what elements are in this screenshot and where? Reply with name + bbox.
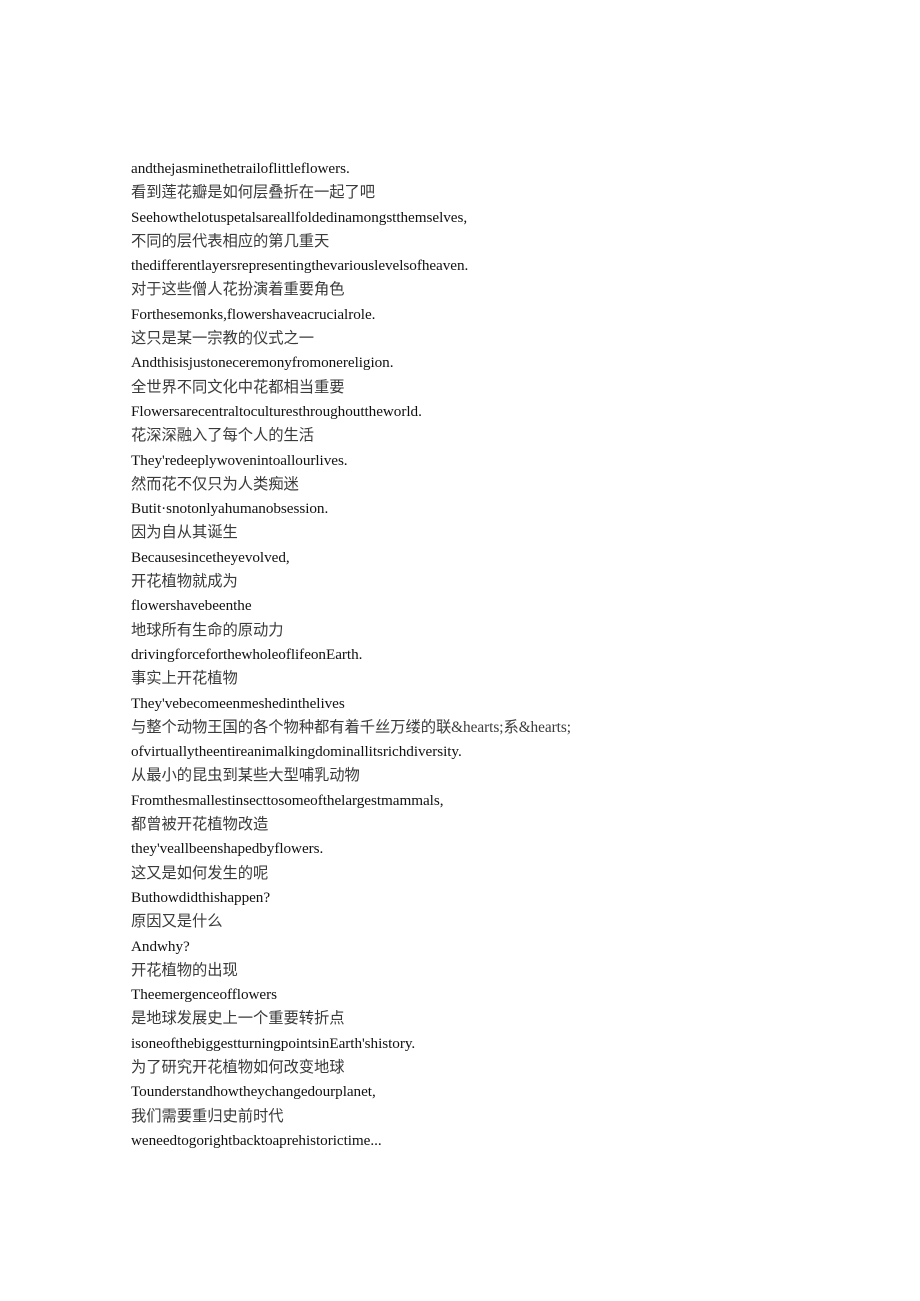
bilingual-transcript: andthejasminethetrailoflittleflowers. 看到莲… [131,157,831,1153]
transcript-line: 然而花不仅只为人类痴迷 [131,475,299,493]
transcript-line: Andwhy? [131,937,190,955]
transcript-line: Fromthesmallestinsecttosomeofthelargestm… [131,791,444,809]
transcript-line: 从最小的昆虫到某些大型哺乳动物 [131,767,360,785]
transcript-line: 与整个动物王国的各个物种都有着千丝万缕的联&hearts;系&hearts; [131,718,571,736]
transcript-line: They'redeeplywovenintoallourlives. [131,451,348,469]
transcript-line: Butit·snotonlyahumanobsession. [131,500,329,518]
transcript-line: They'vebecomeenmeshedinthelives [131,694,345,712]
transcript-line: 这只是某一宗教的仪式之一 [131,330,314,348]
transcript-line: 都曾被开花植物改造 [131,816,269,834]
transcript-line: 不同的层代表相应的第几重天 [131,232,330,250]
transcript-line: isoneofthebiggestturningpointsinEarth'sh… [131,1034,416,1052]
transcript-line: 全世界不同文化中花都相当重要 [131,378,345,396]
transcript-line: Buthowdidthishappen? [131,888,271,906]
transcript-line: Andthisisjustoneceremonyfromonereligion. [131,354,394,372]
transcript-line: Flowersarecentraltoculturesthroughoutthe… [131,402,422,420]
transcript-line: Forthesemonks,flowershaveacrucialrole. [131,305,376,323]
transcript-line: they'veallbeenshapedbyflowers. [131,840,324,858]
transcript-line: 开花植物的出现 [131,961,238,979]
transcript-line: 为了研究开花植物如何改变地球 [131,1058,345,1076]
transcript-line: 事实上开花植物 [131,670,238,688]
transcript-line: 花深深融入了每个人的生活 [131,427,314,445]
transcript-line: thedifferentlayersrepresentingthevarious… [131,257,469,275]
transcript-line: 开花植物就成为 [131,573,238,591]
transcript-line: 对于这些僧人花扮演着重要角色 [131,281,345,299]
transcript-line: Becausesincetheyevolved, [131,548,290,566]
transcript-line: Seehowthelotuspetalsareallfoldedinamongs… [131,208,468,226]
transcript-line: ofvirtuallytheentireanimalkingdominallit… [131,743,462,761]
transcript-line: 看到莲花瓣是如何层叠折在一起了吧 [131,184,375,202]
transcript-line: 是地球发展史上一个重要转折点 [131,1010,345,1028]
transcript-line: 这又是如何发生的呢 [131,864,269,882]
transcript-line: 原因又是什么 [131,913,223,931]
transcript-line: drivingforceforthewholeoflifeonEarth. [131,645,363,663]
transcript-line: 因为自从其诞生 [131,524,238,542]
transcript-line: weneedtogorightbacktoaprehistorictime... [131,1131,382,1149]
transcript-line: Tounderstandhowtheychangedourplanet, [131,1083,376,1101]
document-page: andthejasminethetrailoflittleflowers. 看到莲… [0,0,920,1301]
transcript-line: andthejasminethetrailoflittleflowers. [131,160,350,177]
transcript-line: 我们需要重归史前时代 [131,1107,284,1125]
transcript-line: 地球所有生命的原动力 [131,621,284,639]
transcript-line: flowershavebeenthe [131,597,252,615]
transcript-line: Theemergenceofflowers [131,986,277,1004]
